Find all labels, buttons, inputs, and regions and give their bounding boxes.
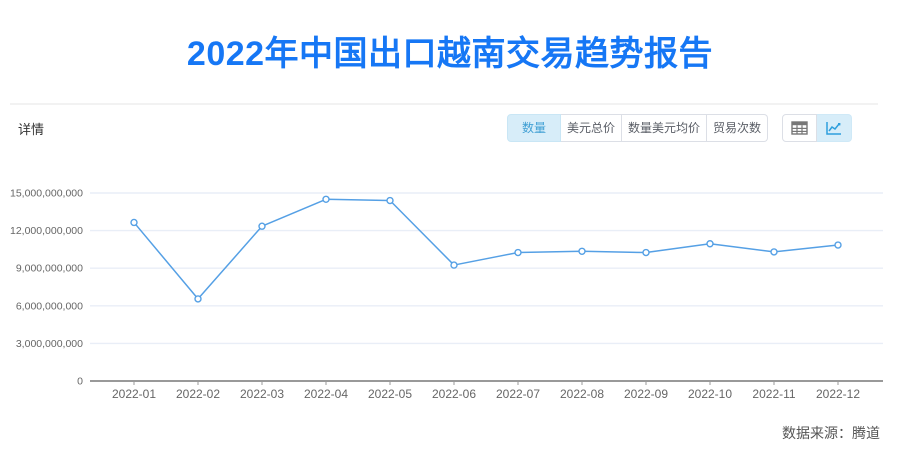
- svg-text:2022-07: 2022-07: [496, 387, 540, 401]
- svg-text:2022-01: 2022-01: [112, 387, 156, 401]
- line-chart-icon: [826, 122, 841, 135]
- svg-text:2022-06: 2022-06: [432, 387, 476, 401]
- view-toggle-group: [782, 114, 852, 142]
- divider: [10, 103, 878, 105]
- metric-tab-group: 数量 美元总价 数量美元均价 贸易次数: [506, 114, 768, 142]
- metric-tab-quantity[interactable]: 数量: [506, 114, 561, 142]
- svg-text:2022-09: 2022-09: [624, 387, 668, 401]
- svg-text:2022-03: 2022-03: [240, 387, 284, 401]
- svg-text:9,000,000,000: 9,000,000,000: [16, 263, 83, 275]
- svg-text:2022-04: 2022-04: [304, 387, 348, 401]
- metric-tab-usd-average[interactable]: 数量美元均价: [621, 114, 707, 142]
- metric-tab-trade-count[interactable]: 贸易次数: [706, 114, 768, 142]
- table-view-button[interactable]: [782, 114, 817, 142]
- metric-tab-usd-total[interactable]: 美元总价: [560, 114, 622, 142]
- report-page: 2022年中国出口越南交易趋势报告 详情 数量 美元总价 数量美元均价 贸易次数: [0, 0, 900, 462]
- chart-view-button[interactable]: [817, 114, 852, 142]
- svg-text:2022-10: 2022-10: [688, 387, 732, 401]
- svg-text:15,000,000,000: 15,000,000,000: [10, 188, 83, 200]
- svg-text:2022-02: 2022-02: [176, 387, 220, 401]
- svg-text:2022-11: 2022-11: [752, 387, 795, 401]
- page-title: 2022年中国出口越南交易趋势报告: [186, 35, 714, 73]
- svg-text:2022-12: 2022-12: [816, 387, 860, 401]
- svg-text:2022-08: 2022-08: [560, 387, 604, 401]
- section-label: 详情: [18, 122, 45, 137]
- trend-chart: 0 3,000,000,000 6,000,000,000 9,000,000,000…: [10, 188, 883, 401]
- toolbar: 数量 美元总价 数量美元均价 贸易次数: [506, 114, 852, 142]
- svg-text:3,000,000,000: 3,000,000,000: [16, 338, 83, 350]
- source-note: 数据来源：腾道: [782, 425, 880, 441]
- svg-text:2022-05: 2022-05: [368, 387, 412, 401]
- table-icon: [791, 121, 808, 135]
- svg-text:6,000,000,000: 6,000,000,000: [16, 300, 83, 312]
- svg-text:0: 0: [77, 376, 83, 388]
- svg-text:12,000,000,000: 12,000,000,000: [10, 225, 83, 237]
